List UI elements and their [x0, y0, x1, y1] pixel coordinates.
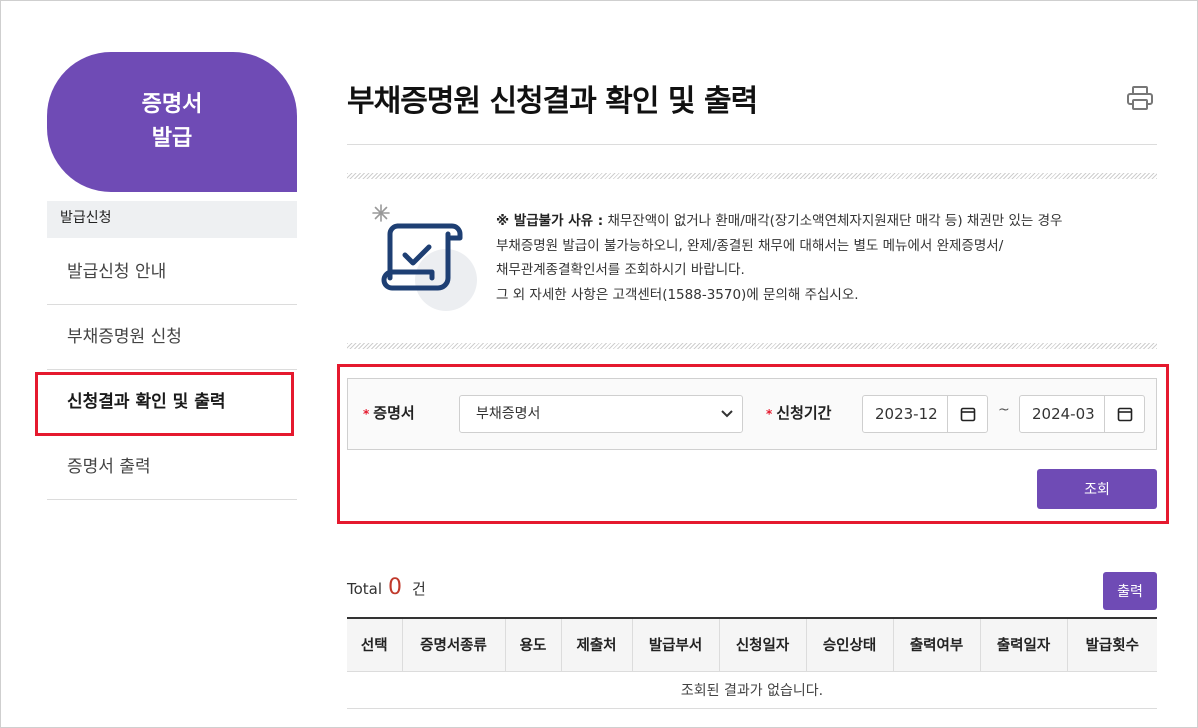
- print-button[interactable]: 출력: [1103, 572, 1157, 610]
- printer-icon[interactable]: [1124, 84, 1156, 112]
- results-table: 선택 증명서종류 용도 제출처 발급부서 신청일자 승인상태 출력여부 출력일자…: [347, 617, 1157, 709]
- total-label: Total: [347, 580, 383, 598]
- column-header-apply-date: 신청일자: [719, 618, 807, 672]
- column-header-submit-to: 제출처: [561, 618, 633, 672]
- column-header-printed: 출력여부: [893, 618, 981, 672]
- column-header-print-date: 출력일자: [980, 618, 1068, 672]
- notice-bottom-border: [347, 343, 1157, 349]
- notice-top-border: [347, 173, 1157, 179]
- sidebar-active-highlight: [35, 372, 294, 436]
- title-divider: [347, 144, 1157, 145]
- sidebar-item-apply-guide[interactable]: 발급신청 안내: [47, 240, 297, 305]
- sidebar-item-cert-print[interactable]: 증명서 출력: [47, 435, 297, 500]
- search-area-highlight: [337, 364, 1169, 524]
- column-header-approval-status: 승인상태: [806, 618, 894, 672]
- table-header-row: 선택 증명서종류 용도 제출처 발급부서 신청일자 승인상태 출력여부 출력일자…: [347, 618, 1157, 672]
- column-header-cert-type: 증명서종류: [402, 618, 506, 672]
- column-header-issue-dept: 발급부서: [632, 618, 720, 672]
- sidebar-item-debt-cert-apply[interactable]: 부채증명원 신청: [47, 305, 297, 370]
- total-unit: 건: [412, 580, 426, 598]
- column-header-select: 선택: [347, 618, 403, 672]
- column-header-issue-count: 발급횟수: [1067, 618, 1157, 672]
- sidebar-title: 증명서 발급: [47, 52, 297, 192]
- column-header-purpose: 용도: [505, 618, 562, 672]
- notice-text: ※ 발급불가 사유 : 채무잔액이 없거나 환매/매각(장기소액연체자지원재단 …: [496, 209, 1062, 307]
- sidebar-group-label: 발급신청: [47, 201, 297, 238]
- notice-line-2: 부채증명원 발급이 불가능하오니, 완제/종결된 채무에 대해서는 별도 메뉴에…: [496, 237, 1004, 254]
- notice-prefix: ※ 발급불가 사유 :: [496, 213, 604, 229]
- results-total: Total 0 건: [347, 575, 426, 600]
- notice-line-4: 그 외 자세한 사항은 고객센터(1588-3570)에 문의해 주십시오.: [496, 286, 859, 303]
- empty-results-message: 조회된 결과가 없습니다.: [347, 671, 1157, 709]
- notice-line-1: 채무잔액이 없거나 환매/매각(장기소액연체자지원재단 매각 등) 채권만 있는…: [603, 213, 1063, 229]
- table-row: 조회된 결과가 없습니다.: [347, 671, 1157, 709]
- certificate-scroll-icon: [368, 202, 478, 314]
- page-title: 부채증명원 신청결과 확인 및 출력: [347, 84, 758, 119]
- sidebar-menu: 발급신청 안내 부채증명원 신청 신청결과 확인 및 출력 증명서 출력: [47, 240, 297, 500]
- notice-line-3: 채무관계종결확인서를 조회하시기 바랍니다.: [496, 262, 745, 278]
- total-count: 0: [388, 575, 403, 600]
